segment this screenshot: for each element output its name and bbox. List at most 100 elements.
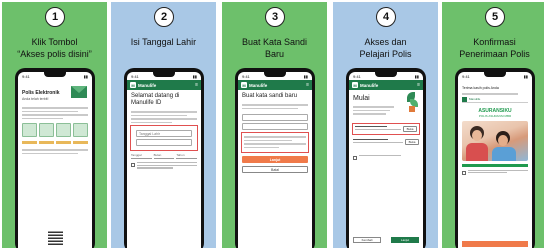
card-button[interactable] — [22, 141, 38, 144]
read-confirm-text — [359, 154, 419, 158]
brand-bar: Manulife — [462, 96, 528, 103]
brand-name: Manulife — [249, 82, 268, 88]
policy-card — [38, 123, 55, 137]
password-rule — [244, 136, 306, 138]
step-title: Buat Kata Sandi Baru — [224, 36, 325, 60]
menu-icon[interactable]: ≡ — [195, 82, 198, 88]
receipt-confirm-checkbox[interactable] — [462, 170, 466, 175]
text-line — [353, 109, 390, 111]
password-rule — [244, 139, 292, 141]
status-time: 9:41 — [462, 73, 470, 79]
step-title-line-2: Penerimaan Polis — [459, 49, 530, 59]
qr-code-icon — [48, 230, 63, 245]
phone-screen: 9:41 ▮▮ M Manulife ≡ Mulai Buka Buka Kem… — [349, 72, 423, 248]
step-title-line-1: Konfirmasi — [473, 37, 516, 47]
policy-cards — [22, 123, 88, 137]
read-confirm-row — [353, 154, 419, 160]
step-title-line-2: Pelajari Polis — [359, 49, 412, 59]
day-dropdown[interactable]: Tanggal — [131, 153, 152, 159]
text-line — [131, 121, 172, 123]
step-panel-4: 4 Akses dan Pelajari Polis 9:41 ▮▮ M Manu… — [333, 2, 438, 248]
step-title: Isi Tanggal Lahir — [113, 36, 214, 48]
text-line — [131, 111, 197, 113]
phone-screen: 9:41 ▮▮ M Manulife ≡ Selamat datang di Ma… — [127, 72, 201, 248]
phone-mockup: 9:41 ▮▮ Polis Elektronik Anda telah terbi… — [15, 68, 95, 248]
birthdate-input[interactable] — [136, 139, 192, 146]
back-button[interactable]: Kembali — [353, 237, 381, 243]
brand-name: Manulife — [469, 97, 481, 101]
submit-button[interactable]: Lanjut — [242, 156, 308, 163]
step-title: Konfirmasi Penerimaan Polis — [444, 36, 544, 60]
read-confirm-checkbox[interactable] — [353, 155, 357, 160]
consent-checkbox-row — [131, 162, 197, 170]
step-panel-3: 3 Buat Kata Sandi Baru 9:41 ▮▮ M Manulife… — [222, 2, 327, 248]
step-title-line-1: Klik Tombol — [31, 37, 78, 47]
step-panel-2: 2 Isi Tanggal Lahir 9:41 ▮▮ M Manulife ≡ … — [111, 2, 216, 248]
text-line — [462, 93, 518, 95]
envelope-icon — [71, 86, 87, 98]
phone-screen: 9:41 ▮▮ Terima kasih polis Anda Manulife … — [458, 72, 532, 248]
text-line — [22, 114, 88, 116]
text-line — [353, 106, 394, 108]
step-title: Klik Tombol “Akses polis disini” — [4, 36, 105, 60]
step-title: Akses dan Pelajari Polis — [335, 36, 436, 60]
month-dropdown[interactable]: Bulan — [153, 153, 175, 159]
text-line — [242, 104, 308, 106]
text-line — [353, 113, 387, 115]
next-button[interactable]: Lanjut — [391, 237, 419, 243]
plant-illustration-icon — [405, 92, 419, 112]
highlight-box — [241, 132, 309, 153]
manulife-header: M Manulife ≡ — [349, 80, 423, 90]
policy-card — [55, 123, 72, 137]
step-title-line-1: Isi Tanggal Lahir — [130, 37, 197, 47]
birthdate-field[interactable]: Tanggal Lahir — [136, 130, 192, 137]
phone-notch — [484, 72, 506, 77]
step-title-line-2: Baru — [264, 49, 284, 59]
consent-text — [137, 162, 197, 170]
card-button[interactable] — [72, 141, 88, 144]
brand-name: Manulife — [138, 82, 157, 88]
signal-icon: ▮▮ — [414, 73, 419, 79]
consent-checkbox[interactable] — [131, 163, 135, 167]
year-dropdown[interactable]: Tahun — [176, 153, 198, 159]
phone-mockup: 9:41 ▮▮ M Manulife ≡ Selamat datang di Ma… — [124, 68, 204, 248]
manulife-header: M Manulife ≡ — [238, 80, 312, 90]
confirm-button[interactable] — [462, 241, 528, 247]
step-number: 1 — [45, 7, 65, 27]
green-divider — [462, 163, 528, 167]
password-rule — [244, 146, 280, 148]
status-time: 9:41 — [353, 73, 361, 79]
manulife-header: M Manulife ≡ — [127, 80, 201, 90]
product-subtitle: POLIS ASURANSI MBR — [478, 113, 512, 118]
family-photo — [462, 120, 528, 161]
cancel-button[interactable]: Batal — [242, 166, 308, 173]
screen-heading: Buat kata sandi baru — [242, 93, 298, 99]
text-line — [22, 110, 78, 112]
policy-card — [72, 123, 88, 137]
screen-heading: Selamat datang di Manulife ID — [131, 93, 180, 106]
confirm-password-field[interactable] — [242, 123, 308, 130]
menu-icon[interactable]: ≡ — [417, 82, 420, 88]
policy-document-row: Buka — [352, 122, 420, 135]
open-policy-button[interactable]: Buka — [405, 138, 419, 145]
menu-icon[interactable]: ≡ — [306, 82, 309, 88]
brand-name: Manulife — [360, 82, 379, 88]
status-time: 9:41 — [242, 73, 250, 79]
card-buttons — [22, 141, 88, 144]
manulife-logo-icon: M — [241, 82, 247, 88]
signal-icon: ▮▮ — [83, 73, 88, 79]
new-password-field[interactable] — [242, 114, 308, 121]
step-title-line-1: Buat Kata Sandi — [241, 37, 308, 47]
step-number: 5 — [485, 7, 505, 27]
card-button[interactable] — [55, 141, 72, 144]
policy-document-row: Buka — [353, 138, 419, 145]
step-number: 3 — [265, 7, 285, 27]
card-button[interactable] — [38, 141, 55, 144]
open-policy-button[interactable]: Buka — [403, 125, 417, 132]
phone-notch — [44, 72, 66, 77]
phone-mockup: 9:41 ▮▮ M Manulife ≡ Mulai Buka Buka Kem… — [346, 68, 426, 248]
signal-icon: ▮▮ — [523, 73, 528, 79]
product-name: ASURANSIKU — [478, 107, 512, 114]
signal-icon: ▮▮ — [303, 73, 308, 79]
step-number: 2 — [154, 7, 174, 27]
